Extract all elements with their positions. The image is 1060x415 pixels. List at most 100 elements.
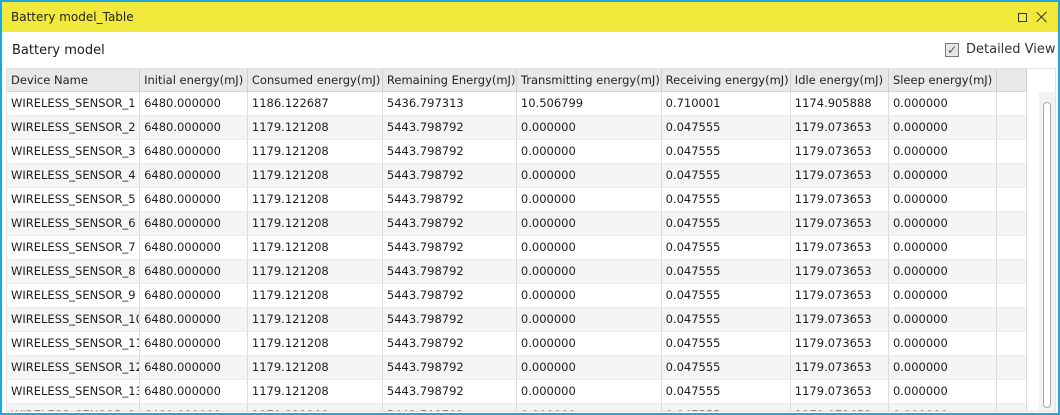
table-cell: 0.047555 (662, 188, 791, 211)
table-row[interactable]: WIRELESS_SENSOR_10 6480.000000 1179.121208… (7, 308, 1027, 332)
table-cell: 0.047555 (662, 332, 791, 355)
table-row[interactable]: WIRELESS_SENSOR_1 6480.000000 1186.122687 5… (7, 92, 1027, 116)
table-cell: 0.710001 (662, 92, 791, 115)
maximize-button[interactable] (1013, 8, 1031, 26)
table-cell: 1179.073653 (791, 236, 889, 259)
table-cell: 5443.798792 (383, 356, 517, 379)
table-row[interactable]: WIRELESS_SENSOR_9 6480.000000 1179.121208 5… (7, 284, 1027, 308)
table-cell: 6480.000000 (140, 188, 248, 211)
table-row[interactable]: WIRELESS_SENSOR_6 6480.000000 1179.121208 5… (7, 212, 1027, 236)
column-header[interactable]: Receiving energy(mJ) (662, 69, 791, 91)
table-cell: 5443.798792 (383, 116, 517, 139)
table-cell: 0.047555 (662, 380, 791, 403)
table-header: Device Name Initial energy(mJ) Consumed en… (7, 69, 1027, 92)
table-cell: WIRELESS_SENSOR_13 (7, 380, 141, 403)
detailed-view-checkbox[interactable]: ✓ (945, 42, 959, 57)
table-cell: 0.000000 (517, 188, 662, 211)
close-button[interactable] (1033, 8, 1051, 26)
table-cell: 0.000000 (889, 212, 997, 235)
table-cell: 1179.073653 (791, 140, 889, 163)
table-cell: WIRELESS_SENSOR_7 (7, 236, 141, 259)
column-header[interactable]: Sleep energy(mJ) (889, 69, 997, 91)
column-header[interactable]: Initial energy(mJ) (140, 69, 248, 91)
table-cell: 1179.121208 (248, 404, 383, 411)
table-cell: 1179.073653 (791, 380, 889, 403)
table-row[interactable]: WIRELESS_SENSOR_3 6480.000000 1179.121208 5… (7, 140, 1027, 164)
table-cell: 1179.121208 (248, 308, 383, 331)
table-row[interactable]: WIRELESS_SENSOR_7 6480.000000 1179.121208 5… (7, 236, 1027, 260)
table-cell: 0.000000 (889, 140, 997, 163)
table-cell: 0.000000 (517, 308, 662, 331)
battery-table: Device Name Initial energy(mJ) Consumed en… (6, 68, 1056, 412)
table-cell: 6480.000000 (140, 356, 248, 379)
table-cell: 0.000000 (889, 404, 997, 411)
table-cell: 6480.000000 (140, 380, 248, 403)
table-cell: 6480.000000 (140, 116, 248, 139)
table-cell: 6480.000000 (140, 308, 248, 331)
table-row[interactable]: WIRELESS_SENSOR_146480.0000001179.121208… (7, 404, 1027, 411)
table-row[interactable]: WIRELESS_SENSOR_2 6480.000000 1179.121208 5… (7, 116, 1027, 140)
table-cell-spacer (997, 284, 1027, 307)
table-cell: WIRELESS_SENSOR_14 (7, 404, 141, 411)
table-cell: 1179.073653 (791, 356, 889, 379)
column-header[interactable]: Consumed energy(mJ) (248, 69, 383, 91)
window-title: Battery model_Table (11, 10, 134, 24)
table-cell: 1179.121208 (248, 236, 383, 259)
column-header[interactable]: Device Name (7, 69, 141, 91)
table-cell-spacer (997, 164, 1027, 187)
scrollbar-thumb[interactable] (1043, 102, 1051, 408)
table-cell: 0.000000 (517, 236, 662, 259)
table-cell: 0.000000 (517, 284, 662, 307)
table-cell: 6480.000000 (140, 92, 248, 115)
table-cell: 5443.798792 (383, 332, 517, 355)
detailed-view-toggle[interactable]: ✓ Detailed View (945, 42, 1056, 57)
table-row[interactable]: WIRELESS_SENSOR_8 6480.000000 1179.121208 5… (7, 260, 1027, 284)
column-header[interactable]: Remaining Energy(mJ) (383, 69, 517, 91)
table-cell: 0.000000 (889, 356, 997, 379)
table-cell: WIRELESS_SENSOR_2 (7, 116, 141, 139)
table-cell: 1186.122687 (248, 92, 383, 115)
column-header[interactable]: Transmitting energy(mJ) (517, 69, 662, 91)
table-cell: 1179.121208 (248, 140, 383, 163)
table-cell: WIRELESS_SENSOR_4 (7, 164, 141, 187)
table-cell: 1179.073653 (791, 404, 889, 411)
table-cell: 5443.798792 (383, 164, 517, 187)
table-cell: 6480.000000 (140, 164, 248, 187)
table-cell: WIRELESS_SENSOR_10 (7, 308, 141, 331)
table-cell: 0.000000 (517, 356, 662, 379)
table-cell: 0.000000 (889, 380, 997, 403)
column-header[interactable]: Idle energy(mJ) (791, 69, 889, 91)
table-cell-spacer (997, 212, 1027, 235)
table-cell: 0.000000 (889, 260, 997, 283)
table-cell: 5443.798792 (383, 380, 517, 403)
table-cell: 1174.905888 (791, 92, 889, 115)
table-cell: 5436.797313 (383, 92, 517, 115)
table-row[interactable]: WIRELESS_SENSOR_12 6480.000000 1179.121208… (7, 356, 1027, 380)
panel-title: Battery model (12, 43, 105, 58)
table-grid: Device Name Initial energy(mJ) Consumed en… (7, 69, 1027, 411)
table-cell: 5443.798792 (383, 188, 517, 211)
table-row[interactable]: WIRELESS_SENSOR_11 6480.000000 1179.121208… (7, 332, 1027, 356)
table-cell: 0.000000 (517, 140, 662, 163)
vertical-scrollbar[interactable] (1039, 92, 1055, 411)
table-cell: 1179.121208 (248, 164, 383, 187)
table-cell: 1179.073653 (791, 332, 889, 355)
table-cell: 5443.798792 (383, 404, 517, 411)
table-cell: 1179.073653 (791, 188, 889, 211)
title-bar[interactable]: Battery model_Table (2, 2, 1058, 32)
table-cell: 1179.073653 (791, 308, 889, 331)
table-row[interactable]: WIRELESS_SENSOR_4 6480.000000 1179.121208 5… (7, 164, 1027, 188)
table-cell: 1179.073653 (791, 116, 889, 139)
table-cell: WIRELESS_SENSOR_11 (7, 332, 141, 355)
table-cell: 1179.073653 (791, 164, 889, 187)
table-cell: 5443.798792 (383, 212, 517, 235)
table-cell: 0.047555 (662, 260, 791, 283)
table-row[interactable]: WIRELESS_SENSOR_5 6480.000000 1179.121208 5… (7, 188, 1027, 212)
table-cell: 0.000000 (889, 116, 997, 139)
table-cell: 1179.073653 (791, 260, 889, 283)
table-cell: WIRELESS_SENSOR_1 (7, 92, 141, 115)
table-cell: 5443.798792 (383, 236, 517, 259)
table-row[interactable]: WIRELESS_SENSOR_13 6480.000000 1179.121208… (7, 380, 1027, 404)
table-cell: WIRELESS_SENSOR_12 (7, 356, 141, 379)
table-cell: WIRELESS_SENSOR_9 (7, 284, 141, 307)
